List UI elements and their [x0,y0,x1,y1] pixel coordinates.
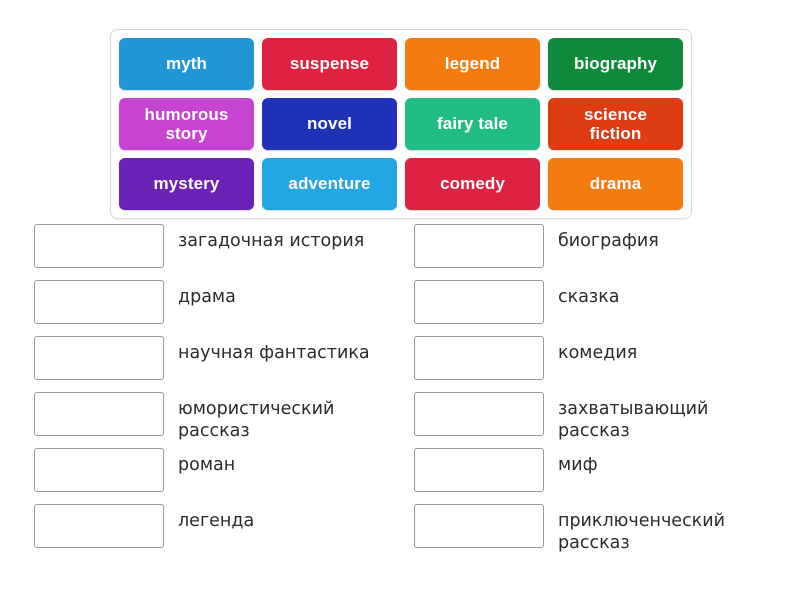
word-tile-comedy[interactable]: comedy [405,158,540,210]
word-tile-label: adventure [288,174,371,194]
answer-row: легенда [34,502,380,558]
drop-slot[interactable] [414,280,544,324]
answer-row: драма [34,278,380,334]
drop-slot[interactable] [414,392,544,436]
answer-row: биография [414,222,760,278]
answer-label: юмористический рассказ [178,399,335,442]
drop-slot[interactable] [34,392,164,436]
answer-row: научная фантастика [34,334,380,390]
word-tile-adventure[interactable]: adventure [262,158,397,210]
word-tile-myth[interactable]: myth [119,38,254,90]
word-tile-science-fiction[interactable]: science fiction [548,98,683,150]
answer-label: миф [558,455,598,475]
answer-row: сказка [414,278,760,334]
answer-label: драма [178,287,236,307]
drop-slot[interactable] [414,448,544,492]
drop-slot[interactable] [34,336,164,380]
word-tile-label: mystery [153,174,220,194]
word-tile-label: legend [444,54,501,74]
word-tile-suspense[interactable]: suspense [262,38,397,90]
answer-row: захватывающий рассказ [414,390,760,446]
answer-row: юмористический рассказ [34,390,380,446]
word-bank: myth suspense legend biography humorous … [110,29,692,219]
word-bank-row-2: humorous story novel fairy tale science … [119,98,683,150]
word-tile-humorous-story[interactable]: humorous story [119,98,254,150]
word-tile-label: fairy tale [437,114,508,134]
word-tile-label: myth [165,54,208,74]
answer-label: роман [178,455,236,475]
answer-row: комедия [414,334,760,390]
drop-slot[interactable] [34,504,164,548]
answer-column-right: биография сказка комедия захватывающий р… [380,222,760,558]
match-up-activity: myth suspense legend biography humorous … [0,0,800,600]
word-tile-label: comedy [440,174,505,194]
word-tile-drama[interactable]: drama [548,158,683,210]
answer-row: загадочная история [34,222,380,278]
drop-slot[interactable] [414,504,544,548]
word-tile-label: science fiction [583,104,648,143]
answer-column-left: загадочная история драма научная фантаст… [0,222,380,558]
word-tile-label: humorous story [144,104,229,143]
answer-label: приключенческий рассказ [558,511,726,554]
word-tile-label: biography [573,54,658,74]
answer-label: загадочная история [178,231,365,251]
word-tile-legend[interactable]: legend [405,38,540,90]
word-tile-label: drama [589,174,642,194]
drop-slot[interactable] [34,280,164,324]
drop-slot[interactable] [34,224,164,268]
answer-columns: загадочная история драма научная фантаст… [0,222,800,558]
answer-area: загадочная история драма научная фантаст… [0,222,800,558]
answer-label: легенда [178,511,255,531]
answer-label: комедия [558,343,638,363]
drop-slot[interactable] [414,224,544,268]
word-tile-label: novel [307,114,352,134]
word-tile-novel[interactable]: novel [262,98,397,150]
word-tile-biography[interactable]: biography [548,38,683,90]
answer-row: миф [414,446,760,502]
word-bank-row-3: mystery adventure comedy drama [119,158,683,210]
answer-label: биография [558,231,659,251]
drop-slot[interactable] [34,448,164,492]
drop-slot[interactable] [414,336,544,380]
answer-label: захватывающий рассказ [558,399,709,442]
word-tile-mystery[interactable]: mystery [119,158,254,210]
answer-label: сказка [558,287,620,307]
answer-row: приключенческий рассказ [414,502,760,558]
answer-label: научная фантастика [178,343,370,363]
word-bank-row-1: myth suspense legend biography [119,38,683,90]
answer-row: роман [34,446,380,502]
word-tile-label: suspense [289,54,370,74]
word-tile-fairy-tale[interactable]: fairy tale [405,98,540,150]
